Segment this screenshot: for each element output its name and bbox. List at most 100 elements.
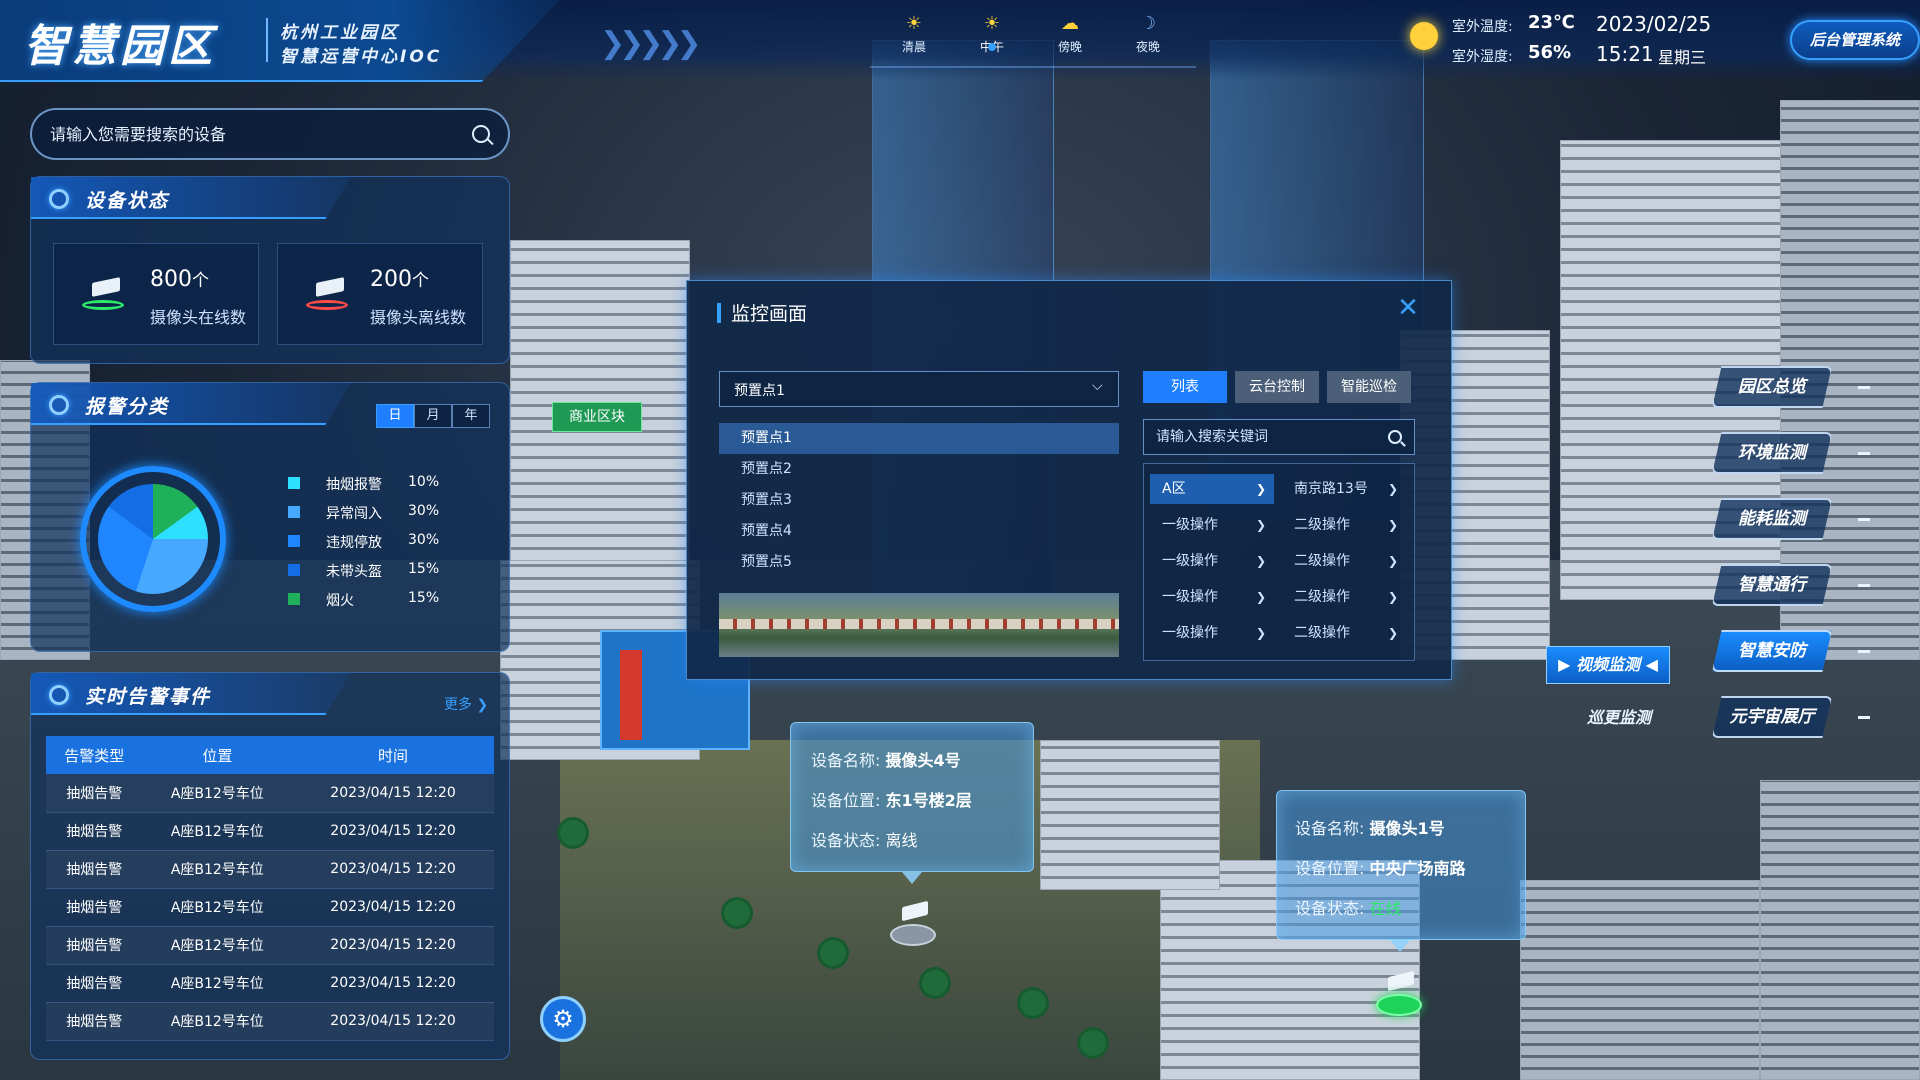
chevron-right-icon: ❯ xyxy=(1387,626,1398,640)
app-subtitle-park: 杭州工业园区 xyxy=(280,23,400,43)
current-date: 2023/02/25 xyxy=(1596,12,1712,36)
legend-value: 15% xyxy=(408,561,440,577)
camera-preview-image xyxy=(719,593,1119,657)
sub-nav-patrol-monitor[interactable]: 巡更监测 xyxy=(1564,704,1674,732)
device-tree: A区 ❯ 南京路13号 ❯ 一级操作 ❯ 二级操作 ❯ 一级操作 ❯ 二级操作 ❯ 一级操作 ❯ 二级操作 ❯… xyxy=(1143,463,1415,661)
preset-option-2[interactable]: 预置点2 xyxy=(719,454,1119,485)
table-row[interactable]: 抽烟告警 A座B12号车位 2023/04/15 12:20 xyxy=(46,888,494,927)
legend-swatch xyxy=(288,593,300,605)
alarm-category-header: 报警分类 xyxy=(31,383,351,425)
alarm-category-title: 报警分类 xyxy=(85,396,170,418)
tab-noon[interactable]: ☀ 中午 xyxy=(952,10,1032,68)
table-row[interactable]: 抽烟告警 A座B12号车位 2023/04/15 12:20 xyxy=(46,774,494,813)
preset-option-4[interactable]: 预置点4 xyxy=(719,516,1119,547)
tab-morning[interactable]: ☀ 清晨 xyxy=(874,10,954,68)
camera1-marker[interactable] xyxy=(1376,970,1422,1020)
chevron-right-icon: ❯ xyxy=(1255,590,1266,604)
tree-item-level2[interactable]: 二级操作 ❯ xyxy=(1282,582,1406,612)
table-row[interactable]: 抽烟告警 A座B12号车位 2023/04/15 12:20 xyxy=(46,926,494,965)
tab-night[interactable]: ☽ 夜晚 xyxy=(1108,10,1188,68)
period-month-button[interactable]: 月 xyxy=(414,404,452,428)
nav-tick-mark xyxy=(1858,584,1870,587)
sub-nav-video-monitor[interactable]: ▶ 视频监测 ◀ xyxy=(1546,646,1670,684)
nav-metaverse-hall[interactable]: 元宇宙展厅 xyxy=(1712,696,1832,738)
modal-title: 监控画面 xyxy=(731,303,808,325)
device-search-input[interactable] xyxy=(50,110,450,158)
tree xyxy=(1020,990,1046,1016)
close-icon[interactable]: ✕ xyxy=(1395,295,1421,321)
preset-select[interactable]: 预置点1 ⌵ xyxy=(719,371,1119,407)
tab-evening[interactable]: ☁ 傍晚 xyxy=(1030,10,1110,68)
tab-smart-patrol[interactable]: 智能巡检 xyxy=(1327,371,1411,403)
tree-item-level1[interactable]: 一级操作 ❯ xyxy=(1150,546,1274,576)
table-row[interactable]: 抽烟告警 A座B12号车位 2023/04/15 12:20 xyxy=(46,812,494,851)
settings-gear-button[interactable]: ⚙ xyxy=(540,996,586,1042)
alarm-pie-chart xyxy=(98,484,208,594)
camera4-marker[interactable] xyxy=(890,900,936,950)
camera4-info-popup: 设备名称: 摄像头4号 设备位置: 东1号楼2层 设备状态: 离线 xyxy=(790,722,1034,872)
tab-ptz-control[interactable]: 云台控制 xyxy=(1235,371,1319,403)
sun-icon: ☀ xyxy=(983,13,1001,34)
search-icon[interactable] xyxy=(472,125,490,143)
online-label: 摄像头在线数 xyxy=(150,308,247,327)
admin-system-button[interactable]: 后台管理系统 xyxy=(1790,20,1920,60)
gear-icon: ⚙ xyxy=(552,1005,574,1033)
nav-environment-monitor[interactable]: 环境监测 xyxy=(1712,432,1832,474)
table-row[interactable]: 抽烟告警 A座B12号车位 2023/04/15 12:20 xyxy=(46,850,494,889)
temperature-value: 23℃ xyxy=(1528,12,1575,33)
offline-count: 200个 xyxy=(370,267,429,292)
legend-value: 15% xyxy=(408,590,440,606)
nav-smart-security[interactable]: 智慧安防 xyxy=(1712,630,1832,672)
table-cell: 抽烟告警 xyxy=(46,1002,143,1041)
nav-park-overview[interactable]: 园区总览 xyxy=(1712,366,1832,408)
period-day-button[interactable]: 日 xyxy=(376,404,414,428)
legend-value: 10% xyxy=(408,474,440,490)
offline-camera-card: 200个 摄像头离线数 xyxy=(277,243,483,345)
table-row[interactable]: 抽烟告警 A座B12号车位 2023/04/15 12:20 xyxy=(46,1002,494,1041)
tree-item-level2[interactable]: 二级操作 ❯ xyxy=(1282,510,1406,540)
table-cell: 抽烟告警 xyxy=(46,850,143,889)
nav-tick-mark xyxy=(1858,716,1870,719)
tree-item-level2[interactable]: 二级操作 ❯ xyxy=(1282,546,1406,576)
col-location: 位置 xyxy=(142,736,293,774)
tree-item-level1[interactable]: 一级操作 ❯ xyxy=(1150,582,1274,612)
tree-item-level2[interactable]: 南京路13号 ❯ xyxy=(1282,474,1406,504)
preset-option-3[interactable]: 预置点3 xyxy=(719,485,1119,516)
tree-item-level1[interactable]: A区 ❯ xyxy=(1150,474,1274,504)
nav-smart-access[interactable]: 智慧通行 xyxy=(1712,564,1832,606)
weather-sun-icon xyxy=(1410,22,1438,50)
table-row[interactable]: 抽烟告警 A座B12号车位 2023/04/15 12:20 xyxy=(46,964,494,1003)
tab-list[interactable]: 列表 xyxy=(1143,371,1227,403)
legend-label: 违规停放 xyxy=(326,535,382,551)
tree-item-level1[interactable]: 一级操作 ❯ xyxy=(1150,618,1274,648)
nav-tick-mark xyxy=(1858,386,1870,389)
table-cell: 2023/04/15 12:20 xyxy=(292,774,494,813)
preset-option-1[interactable]: 预置点1 xyxy=(719,423,1119,454)
table-cell: A座B12号车位 xyxy=(142,926,293,965)
tree-item-level1[interactable]: 一级操作 ❯ xyxy=(1150,510,1274,540)
realtime-alarm-header: 实时告警事件 xyxy=(31,673,351,715)
search-icon[interactable] xyxy=(1388,430,1402,444)
legend-swatch xyxy=(288,535,300,547)
nav-tick-mark xyxy=(1858,518,1870,521)
table-cell: A座B12号车位 xyxy=(142,888,293,927)
period-year-button[interactable]: 年 xyxy=(452,404,490,428)
preset-select-value: 预置点1 xyxy=(734,383,785,399)
table-cell: 2023/04/15 12:20 xyxy=(292,888,494,927)
table-cell: A座B12号车位 xyxy=(142,850,293,889)
table-cell: 抽烟告警 xyxy=(46,926,143,965)
nav-energy-monitor[interactable]: 能耗监测 xyxy=(1712,498,1832,540)
table-cell: 抽烟告警 xyxy=(46,964,143,1003)
tree-item-label: 一级操作 xyxy=(1162,553,1218,569)
tree-item-label: 一级操作 xyxy=(1162,517,1218,533)
sunset-icon: ☁ xyxy=(1061,13,1079,34)
preset-option-5[interactable]: 预置点5 xyxy=(719,547,1119,578)
legend-swatch xyxy=(288,506,300,518)
more-alarms-link[interactable]: 更多 ❯ xyxy=(444,694,488,714)
business-area-label[interactable]: 商业区块 xyxy=(552,402,642,432)
tab-morning-label: 清晨 xyxy=(901,40,926,54)
tree xyxy=(724,900,750,926)
tree-item-level2[interactable]: 二级操作 ❯ xyxy=(1282,618,1406,648)
realtime-alarm-title: 实时告警事件 xyxy=(85,686,212,708)
keyword-search-input[interactable] xyxy=(1156,420,1376,454)
